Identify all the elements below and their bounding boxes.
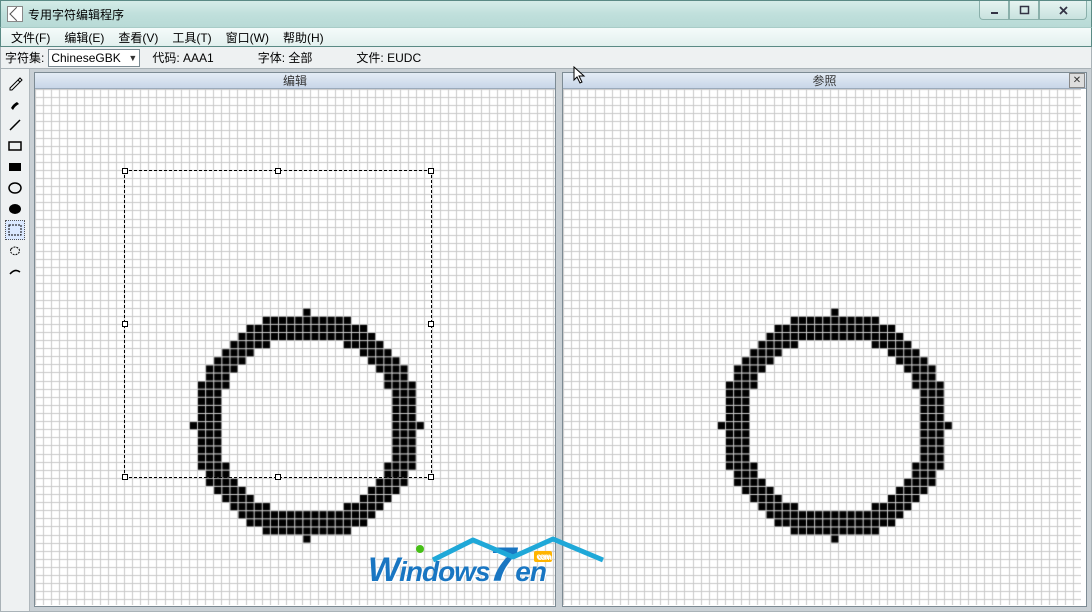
menu-file[interactable]: 文件(F) <box>5 28 56 47</box>
selection-handle[interactable] <box>122 321 128 327</box>
tool-freeselect[interactable] <box>5 241 25 261</box>
reference-panel-title: 参照 <box>812 72 836 89</box>
charset-label: 字符集: <box>3 49 46 66</box>
edit-panel-header: 编辑 <box>35 73 555 89</box>
tool-line[interactable] <box>5 115 25 135</box>
selection-handle[interactable] <box>428 321 434 327</box>
minimize-button[interactable] <box>979 1 1009 20</box>
edit-panel: 编辑 <box>34 72 556 607</box>
menu-edit[interactable]: 编辑(E) <box>58 28 110 47</box>
selection-handle[interactable] <box>275 474 281 480</box>
dropdown-arrow-icon: ▼ <box>128 53 137 63</box>
selection-handle[interactable] <box>122 474 128 480</box>
app-icon <box>7 6 23 22</box>
file-label: 文件: EUDC <box>354 49 423 66</box>
reference-panel: 参照 ✕ <box>562 72 1087 607</box>
info-bar: 字符集: ChineseGBK ▼ 代码: AAA1 字体: 全部 文件: EU… <box>0 47 1092 69</box>
edit-canvas[interactable] <box>35 89 555 606</box>
tool-brush[interactable] <box>5 94 25 114</box>
code-label: 代码: AAA1 <box>150 49 215 66</box>
reference-canvas[interactable] <box>563 89 1086 606</box>
title-bar: 专用字符编辑程序 <box>0 0 1092 27</box>
selection-handle[interactable] <box>428 474 434 480</box>
selection-handle[interactable] <box>428 168 434 174</box>
maximize-button[interactable] <box>1009 1 1039 20</box>
font-label: 字体: 全部 <box>256 49 315 66</box>
tool-select[interactable] <box>5 220 25 240</box>
roof-icon <box>428 535 608 565</box>
tool-pencil[interactable] <box>5 73 25 93</box>
tool-rect[interactable] <box>5 136 25 156</box>
watermark: Windows7en com <box>368 549 546 590</box>
close-button[interactable] <box>1039 1 1087 20</box>
selection-handle[interactable] <box>122 168 128 174</box>
charset-value: ChineseGBK <box>51 51 120 65</box>
selection-handle[interactable] <box>275 168 281 174</box>
reference-panel-header: 参照 ✕ <box>563 73 1086 89</box>
watermark-com: com <box>534 551 551 562</box>
dot-icon <box>416 545 424 553</box>
toolbox <box>1 69 30 611</box>
menu-help[interactable]: 帮助(H) <box>277 28 330 47</box>
menu-bar: 文件(F) 编辑(E) 查看(V) 工具(T) 窗口(W) 帮助(H) <box>0 27 1092 47</box>
edit-panel-title: 编辑 <box>283 72 307 89</box>
tool-eraser[interactable] <box>5 262 25 282</box>
reference-close-button[interactable]: ✕ <box>1069 73 1085 88</box>
workspace: 编辑 参照 ✕ <box>0 69 1092 612</box>
tool-filled-ellipse[interactable] <box>5 199 25 219</box>
selection-box[interactable] <box>124 170 432 478</box>
menu-tool[interactable]: 工具(T) <box>166 28 217 47</box>
tool-ellipse[interactable] <box>5 178 25 198</box>
menu-view[interactable]: 查看(V) <box>112 28 164 47</box>
panels: 编辑 参照 ✕ <box>30 69 1091 611</box>
window-title: 专用字符编辑程序 <box>28 6 124 23</box>
tool-filled-rect[interactable] <box>5 157 25 177</box>
menu-window[interactable]: 窗口(W) <box>220 28 275 47</box>
cursor-icon <box>573 66 589 86</box>
charset-select[interactable]: ChineseGBK ▼ <box>48 49 140 67</box>
window-buttons <box>979 1 1087 20</box>
